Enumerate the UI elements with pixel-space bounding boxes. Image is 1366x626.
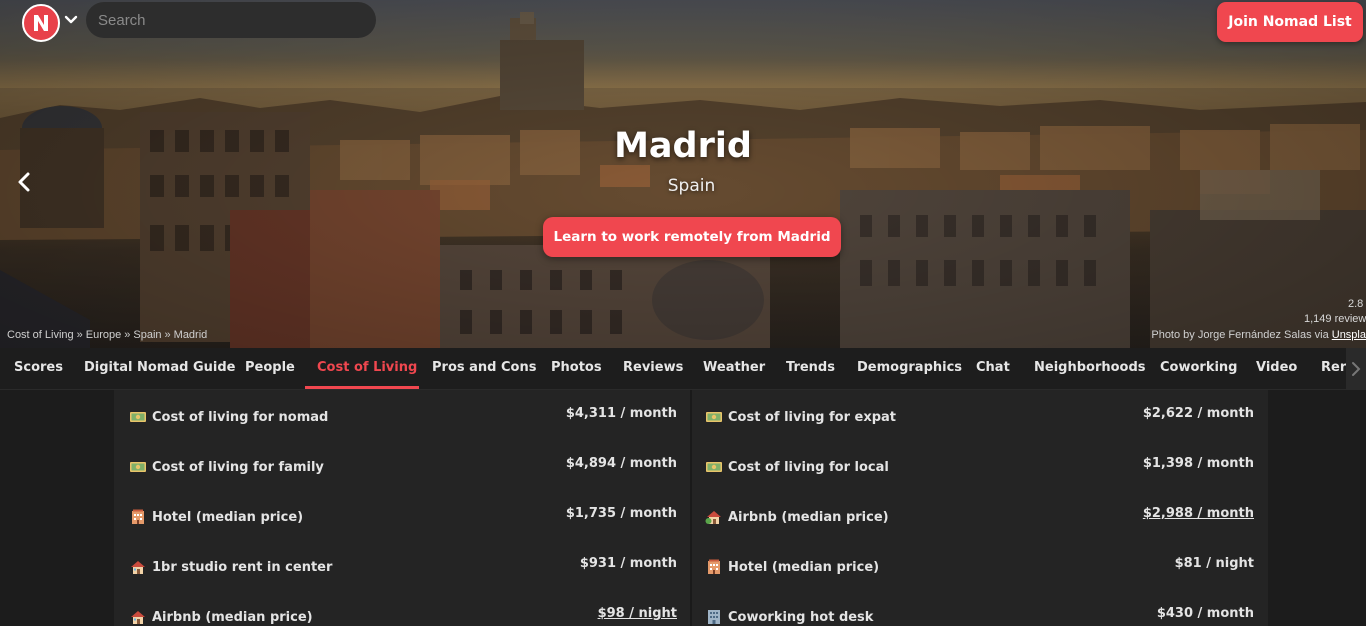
house-icon (129, 608, 147, 626)
cost-label: Cost of living for nomad (152, 410, 329, 425)
photo-credit-text: Photo by Jorge Fernández Salas via (1151, 329, 1332, 341)
cost-row[interactable]: Cost of living for family $4,894 / month (129, 444, 677, 494)
money-icon (129, 458, 147, 476)
tab-photos[interactable]: Photos (551, 348, 602, 389)
country-name: Spain (667, 176, 716, 196)
house-icon (129, 558, 147, 576)
cost-value: $931 / month (579, 556, 677, 571)
cost-row[interactable]: Airbnb (median price) $98 / night (129, 594, 677, 626)
cost-label: 1br studio rent in center (152, 560, 333, 575)
cost-value: $430 / month (1156, 606, 1254, 621)
tab-pros-and-cons[interactable]: Pros and Cons (432, 348, 536, 389)
column-divider (690, 390, 692, 626)
overall-score: 2.8 (1348, 298, 1364, 310)
chevron-right-icon (1352, 362, 1361, 376)
money-icon (705, 458, 723, 476)
tab-digital-nomad-guide[interactable]: Digital Nomad Guide (84, 348, 235, 389)
chevron-down-icon[interactable] (63, 12, 79, 28)
cost-row[interactable]: Cost of living for local $1,398 / month (705, 444, 1254, 494)
cost-label: Hotel (median price) (728, 560, 880, 575)
cost-value: $2,622 / month (1142, 406, 1254, 421)
hotel-icon (705, 558, 723, 576)
cost-value: $4,894 / month (565, 456, 677, 471)
cost-value: $4,311 / month (565, 406, 677, 421)
cost-value-link[interactable]: $98 / night (598, 606, 677, 621)
nomad-list-logo[interactable] (22, 4, 60, 42)
cost-label: Airbnb (median price) (152, 610, 313, 625)
money-icon (129, 408, 147, 426)
cost-label: Cost of living for family (152, 460, 324, 475)
breadcrumb: Cost of Living» Europe» Spain» Madrid (7, 329, 207, 341)
city-title: Madrid (614, 126, 752, 166)
join-nomad-list-button[interactable]: Join Nomad List (1217, 2, 1363, 42)
cost-row[interactable]: Hotel (median price) $1,735 / month (129, 494, 677, 544)
cost-value-link[interactable]: $2,988 / month (1143, 506, 1254, 521)
cost-value: $1,398 / month (1142, 456, 1254, 471)
cost-label: Coworking hot desk (728, 610, 874, 625)
cost-row[interactable]: Cost of living for expat $2,622 / month (705, 394, 1254, 444)
active-tab-indicator (305, 386, 419, 389)
cost-label: Cost of living for expat (728, 410, 897, 425)
tab-reviews[interactable]: Reviews (623, 348, 683, 389)
cost-label: Cost of living for local (728, 460, 889, 475)
tab-cost-of-living[interactable]: Cost of Living (317, 348, 417, 389)
breadcrumb-separator: » (124, 329, 131, 341)
section-tabs: Scores Digital Nomad Guide People Cost o… (0, 348, 1366, 390)
house-garden-icon (705, 508, 723, 526)
breadcrumb-separator: » (76, 329, 83, 341)
cost-label: Hotel (median price) (152, 510, 304, 525)
tabs-scroll-right-button[interactable] (1346, 348, 1366, 390)
tab-neighborhoods[interactable]: Neighborhoods (1034, 348, 1146, 389)
tab-remote[interactable]: Rer (1321, 348, 1346, 389)
tab-weather[interactable]: Weather (703, 348, 765, 389)
review-count[interactable]: 1,149 review (1304, 313, 1366, 325)
photo-credit-link[interactable]: Unspla (1332, 329, 1366, 341)
breadcrumb-item[interactable]: Madrid (174, 329, 208, 341)
tab-chat[interactable]: Chat (976, 348, 1010, 389)
cost-value: $1,735 / month (565, 506, 677, 521)
learn-remote-work-button[interactable]: Learn to work remotely from Madrid (543, 217, 841, 257)
cost-row[interactable]: Hotel (median price) $81 / night (705, 544, 1254, 594)
tab-trends[interactable]: Trends (786, 348, 835, 389)
money-icon (705, 408, 723, 426)
breadcrumb-item[interactable]: Cost of Living (7, 329, 74, 341)
cost-row[interactable]: 1br studio rent in center $931 / month (129, 544, 677, 594)
tab-scores[interactable]: Scores (14, 348, 63, 389)
tab-people[interactable]: People (245, 348, 295, 389)
cost-row[interactable]: Cost of living for nomad $4,311 / month (129, 394, 677, 444)
breadcrumb-item[interactable]: Europe (86, 329, 121, 341)
cost-row[interactable]: Airbnb (median price) $2,988 / month (705, 494, 1254, 544)
logo-mark-icon (34, 15, 48, 31)
breadcrumb-separator: » (164, 329, 171, 341)
cost-value: $81 / night (1174, 556, 1254, 571)
tab-coworking[interactable]: Coworking (1160, 348, 1238, 389)
search-input[interactable] (86, 2, 376, 38)
cost-label: Airbnb (median price) (728, 510, 889, 525)
tab-demographics[interactable]: Demographics (857, 348, 962, 389)
hero-banner (0, 0, 1366, 348)
hotel-icon (129, 508, 147, 526)
tab-video[interactable]: Video (1256, 348, 1297, 389)
breadcrumb-item[interactable]: Spain (133, 329, 161, 341)
cost-row[interactable]: Coworking hot desk $430 / month (705, 594, 1254, 626)
office-icon (705, 608, 723, 626)
photo-credit: Photo by Jorge Fernández Salas via Unspl… (1151, 329, 1366, 341)
